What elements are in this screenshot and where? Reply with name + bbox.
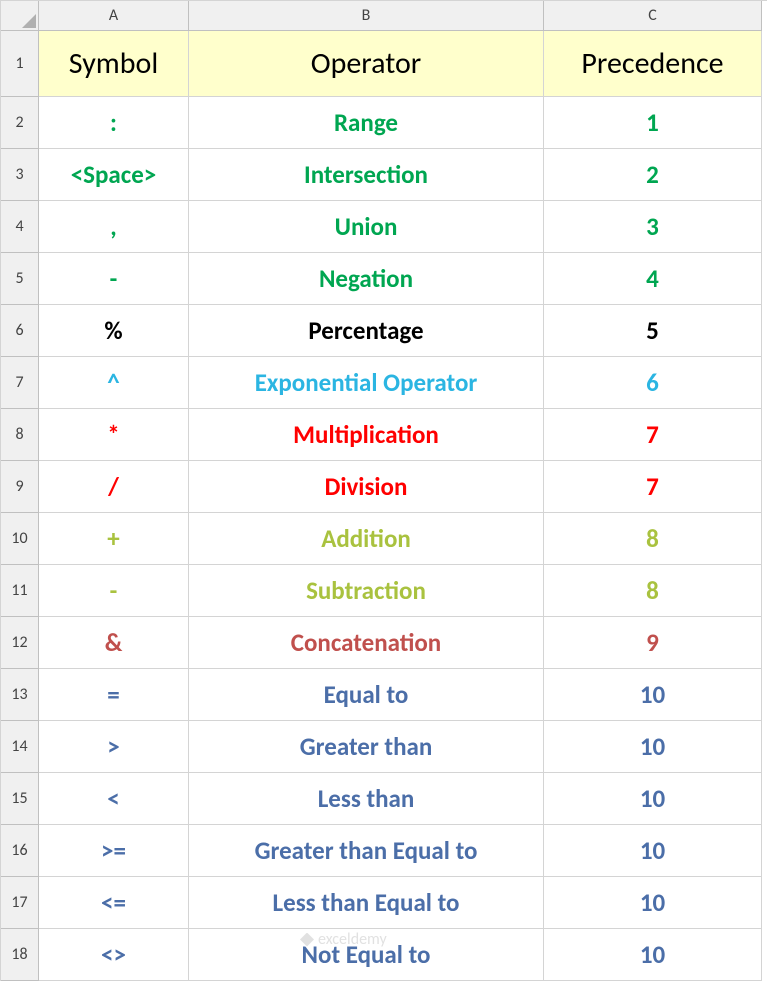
cell-operator[interactable]: Subtraction [189,565,544,617]
cell-symbol[interactable]: - [39,253,189,305]
row-header[interactable]: 15 [1,773,39,825]
cell-operator[interactable]: Percentage [189,305,544,357]
row-header[interactable]: 2 [1,97,39,149]
cell-symbol[interactable]: <Space> [39,149,189,201]
cell-precedence[interactable]: 10 [544,669,762,721]
cell-operator[interactable]: Equal to [189,669,544,721]
cell-precedence[interactable]: 7 [544,461,762,513]
row-header[interactable]: 16 [1,825,39,877]
cell-symbol[interactable]: <> [39,929,189,981]
cell-operator[interactable]: Greater than [189,721,544,773]
cell-precedence[interactable]: 10 [544,825,762,877]
cell-b1[interactable]: Operator [189,31,544,97]
cell-operator[interactable]: Union [189,201,544,253]
cell-operator[interactable]: Concatenation [189,617,544,669]
row-header[interactable]: 7 [1,357,39,409]
cell-precedence[interactable]: 4 [544,253,762,305]
cell-operator[interactable]: Less than Equal to [189,877,544,929]
cell-symbol[interactable]: ^ [39,357,189,409]
row-header[interactable]: 17 [1,877,39,929]
column-header-c[interactable]: C [544,1,762,31]
row-header[interactable]: 8 [1,409,39,461]
cell-symbol[interactable]: < [39,773,189,825]
cell-precedence[interactable]: 10 [544,929,762,981]
row-header[interactable]: 3 [1,149,39,201]
cell-precedence[interactable]: 9 [544,617,762,669]
cell-operator[interactable]: Division [189,461,544,513]
cell-precedence[interactable]: 1 [544,97,762,149]
cell-symbol[interactable]: % [39,305,189,357]
row-header[interactable]: 13 [1,669,39,721]
cell-symbol[interactable]: , [39,201,189,253]
row-header[interactable]: 14 [1,721,39,773]
cell-symbol[interactable]: + [39,513,189,565]
spreadsheet-grid: A B C 1 Symbol Operator Precedence 2 : R… [0,0,767,981]
cell-precedence[interactable]: 8 [544,565,762,617]
cell-precedence[interactable]: 2 [544,149,762,201]
cell-operator[interactable]: Not Equal to [189,929,544,981]
cell-symbol[interactable]: * [39,409,189,461]
row-header[interactable]: 11 [1,565,39,617]
cell-operator[interactable]: Intersection [189,149,544,201]
cell-operator[interactable]: Range [189,97,544,149]
cell-precedence[interactable]: 3 [544,201,762,253]
row-header[interactable]: 9 [1,461,39,513]
column-header-a[interactable]: A [39,1,189,31]
cell-symbol[interactable]: - [39,565,189,617]
cell-symbol[interactable]: >= [39,825,189,877]
cell-operator[interactable]: Addition [189,513,544,565]
cell-symbol[interactable]: = [39,669,189,721]
cell-precedence[interactable]: 7 [544,409,762,461]
row-header[interactable]: 6 [1,305,39,357]
row-header[interactable]: 10 [1,513,39,565]
cell-operator[interactable]: Greater than Equal to [189,825,544,877]
column-header-b[interactable]: B [189,1,544,31]
cell-operator[interactable]: Negation [189,253,544,305]
cell-c1[interactable]: Precedence [544,31,762,97]
cell-operator[interactable]: Exponential Operator [189,357,544,409]
row-header[interactable]: 4 [1,201,39,253]
cell-precedence[interactable]: 5 [544,305,762,357]
cell-operator[interactable]: Multiplication [189,409,544,461]
cell-symbol[interactable]: <= [39,877,189,929]
cell-symbol[interactable]: > [39,721,189,773]
cell-precedence[interactable]: 8 [544,513,762,565]
row-header[interactable]: 12 [1,617,39,669]
cell-symbol[interactable]: / [39,461,189,513]
cell-a1[interactable]: Symbol [39,31,189,97]
cell-precedence[interactable]: 10 [544,721,762,773]
row-header[interactable]: 5 [1,253,39,305]
cell-symbol[interactable]: & [39,617,189,669]
cell-precedence[interactable]: 10 [544,877,762,929]
cell-precedence[interactable]: 6 [544,357,762,409]
select-all-corner[interactable] [1,1,39,31]
cell-symbol[interactable]: : [39,97,189,149]
row-header[interactable]: 18 [1,929,39,981]
cell-precedence[interactable]: 10 [544,773,762,825]
cell-operator[interactable]: Less than [189,773,544,825]
row-header[interactable]: 1 [1,31,39,97]
